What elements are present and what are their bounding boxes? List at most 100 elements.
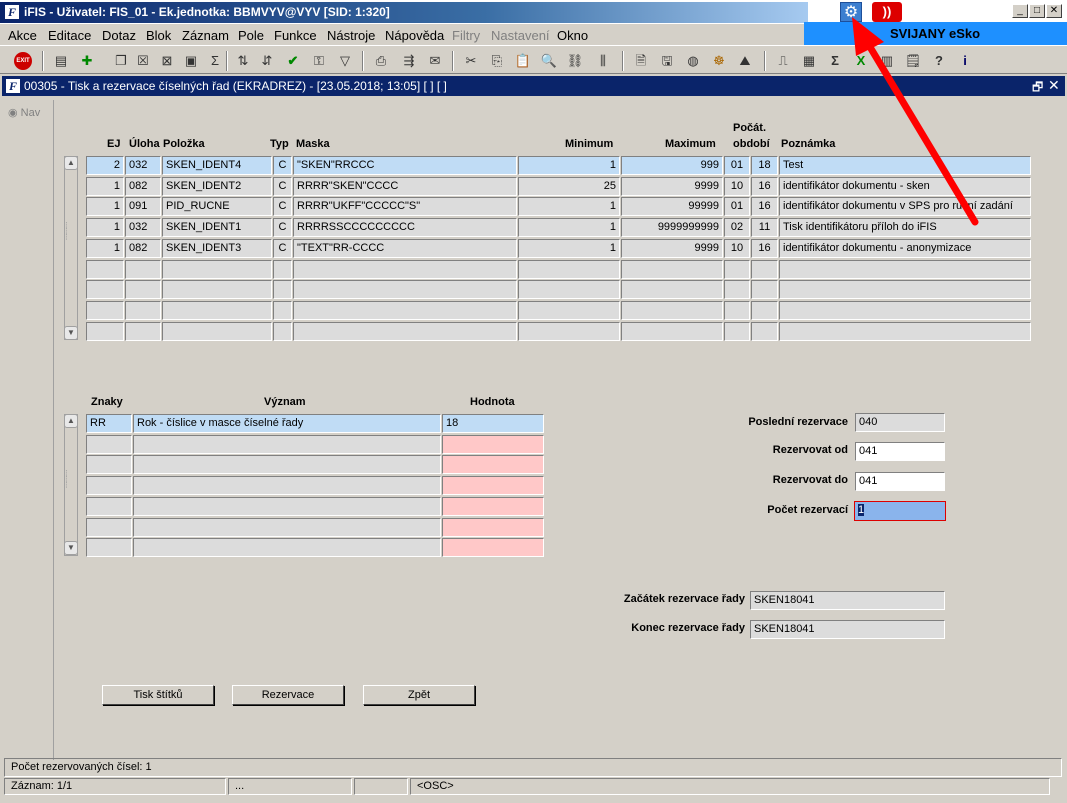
grid1-cell-obdobi2[interactable] [751, 300, 778, 320]
grid1-cell-maximum[interactable]: 9999 [621, 176, 723, 196]
grid1-cell-obdobi2[interactable]: 16 [751, 197, 778, 217]
grid1-cell-obdobi2[interactable] [751, 321, 778, 341]
grid1-cell-uloha[interactable] [125, 259, 161, 279]
grid1-cell-obdobi[interactable]: 10 [724, 238, 750, 258]
grid1-cell-polozka[interactable] [162, 280, 272, 300]
grid1-cell-maska[interactable] [293, 321, 517, 341]
grid1-cell-maximum[interactable] [621, 259, 723, 279]
grid1-cell-ej[interactable]: 2 [86, 156, 124, 175]
grid2-cell-hodnota[interactable] [442, 476, 544, 496]
grid1-cell-poznamka[interactable]: Tisk identifikátoru příloh do iFIS [779, 218, 1031, 238]
grid1-cell-maximum[interactable] [621, 280, 723, 300]
grid1-cell-ej[interactable] [86, 259, 124, 279]
grid1-cell-maximum[interactable]: 999 [621, 156, 723, 175]
grid1-cell-minimum[interactable]: 1 [518, 238, 620, 258]
grid1-cell-typ[interactable] [273, 259, 292, 279]
grid1-cell-polozka[interactable]: SKEN_IDENT3 [162, 238, 272, 258]
grid1-cell-poznamka[interactable] [779, 280, 1031, 300]
export-icon[interactable]: ⇶ [400, 52, 418, 70]
grid1-cell-maska[interactable] [293, 300, 517, 320]
grid1-cell-polozka[interactable]: SKEN_IDENT4 [162, 156, 272, 175]
menu-akce[interactable]: Akce [8, 28, 37, 43]
clear-icon[interactable]: ⊠ [158, 52, 176, 70]
close-form-icon[interactable]: ✕ [1048, 77, 1060, 94]
grid2-cell-hodnota[interactable] [442, 434, 544, 454]
grid2-cell-vyznam[interactable] [133, 517, 441, 537]
sum-small-icon[interactable]: Σ [206, 52, 224, 70]
excel-icon[interactable]: X [852, 52, 870, 70]
grid1-cell-uloha[interactable]: 032 [125, 156, 161, 175]
menu-nastroje[interactable]: Nástroje [327, 28, 375, 43]
grid1-cell-typ[interactable]: C [273, 218, 292, 238]
grid1-cell-typ[interactable]: C [273, 156, 292, 175]
grid1-cell-poznamka[interactable] [779, 321, 1031, 341]
grid1-cell-obdobi2[interactable]: 16 [751, 238, 778, 258]
grid1-cell-obdobi2[interactable]: 16 [751, 176, 778, 196]
grid1-cell-ej[interactable] [86, 321, 124, 341]
grid1-cell-typ[interactable]: C [273, 238, 292, 258]
grid2-cell-vyznam[interactable] [133, 434, 441, 454]
grid2-cell-hodnota[interactable] [442, 496, 544, 516]
grid1-cell-ej[interactable]: 1 [86, 238, 124, 258]
restore-form-icon[interactable]: 🗗 [1032, 78, 1043, 99]
grid2-scroll-down-icon[interactable]: ▼ [64, 541, 78, 555]
grid2-cell-vyznam[interactable] [133, 496, 441, 516]
grid1-cell-ej[interactable]: 1 [86, 176, 124, 196]
grid1-cell-ej[interactable]: 1 [86, 218, 124, 238]
grid1-cell-typ[interactable] [273, 300, 292, 320]
rezervovat-do-input[interactable]: 041 [855, 472, 945, 491]
grid1-cell-ej[interactable] [86, 280, 124, 300]
grid1-cell-obdobi[interactable]: 02 [724, 218, 750, 238]
grid2-cell-hodnota[interactable] [442, 455, 544, 475]
grid1-cell-uloha[interactable] [125, 321, 161, 341]
grid1-cell-typ[interactable]: C [273, 197, 292, 217]
settings-wheel-icon[interactable]: ☸ [710, 52, 728, 70]
grid1-cell-polozka[interactable] [162, 259, 272, 279]
grid1-cell-obdobi2[interactable] [751, 259, 778, 279]
link-icon[interactable]: ⛓ [566, 52, 584, 70]
key-icon[interactable]: ⚿ [310, 52, 328, 70]
grid1-cell-obdobi[interactable] [724, 300, 750, 320]
grid1-cell-uloha[interactable]: 032 [125, 218, 161, 238]
add-record-icon[interactable]: ✚ [78, 52, 96, 70]
menu-dotaz[interactable]: Dotaz [102, 28, 136, 43]
grid1-cell-maximum[interactable]: 9999999999 [621, 218, 723, 238]
help-icon[interactable]: ? [930, 52, 948, 70]
delete-icon[interactable]: ☒ [134, 52, 152, 70]
grid1-cell-maximum[interactable]: 99999 [621, 197, 723, 217]
grid1-cell-minimum[interactable]: 1 [518, 156, 620, 175]
gear-icon[interactable]: ⚙ [840, 2, 862, 22]
grid2-cell-vyznam[interactable] [133, 455, 441, 475]
grid1-cell-poznamka[interactable] [779, 259, 1031, 279]
grid2-cell-znaky[interactable] [86, 455, 132, 475]
sort-asc-icon[interactable]: ⇅ [234, 52, 252, 70]
rss-icon[interactable]: )) [872, 2, 902, 22]
grid2-cell-vyznam[interactable] [133, 476, 441, 496]
grid1-cell-minimum[interactable]: 25 [518, 176, 620, 196]
grid1-scrollbar[interactable] [64, 156, 78, 340]
grid1-cell-poznamka[interactable]: Test [779, 156, 1031, 175]
grid1-cell-polozka[interactable]: SKEN_IDENT2 [162, 176, 272, 196]
notes-icon[interactable]: 🗒 [904, 52, 922, 70]
grid1-cell-polozka[interactable] [162, 321, 272, 341]
info-icon[interactable]: i [956, 52, 974, 70]
grid1-cell-uloha[interactable]: 082 [125, 238, 161, 258]
print-icon[interactable]: ⎙ [372, 52, 390, 70]
grid2-cell-znaky[interactable] [86, 517, 132, 537]
grid2-cell-znaky[interactable] [86, 476, 132, 496]
grid1-cell-maska[interactable]: "TEXT"RR-CCCC [293, 238, 517, 258]
grid1-cell-maska[interactable]: RRRR"UKFF"CCCCC"S" [293, 197, 517, 217]
cut-icon[interactable]: ✂ [462, 52, 480, 70]
grid2-cell-znaky[interactable] [86, 538, 132, 558]
confirm-icon[interactable]: ✔ [284, 52, 302, 70]
document-icon[interactable]: ▦ [800, 52, 818, 70]
grid1-cell-minimum[interactable] [518, 300, 620, 320]
grid1-cell-maska[interactable] [293, 259, 517, 279]
grid1-cell-obdobi[interactable]: 10 [724, 176, 750, 196]
close-app-button[interactable]: ✕ [1046, 4, 1062, 18]
grid1-cell-minimum[interactable]: 1 [518, 197, 620, 217]
grid1-cell-poznamka[interactable]: identifikátor dokumentu - sken [779, 176, 1031, 196]
paste-icon[interactable]: 📋 [514, 52, 532, 70]
grid2-cell-hodnota[interactable] [442, 517, 544, 537]
menu-filtry[interactable]: Filtry [452, 28, 480, 43]
